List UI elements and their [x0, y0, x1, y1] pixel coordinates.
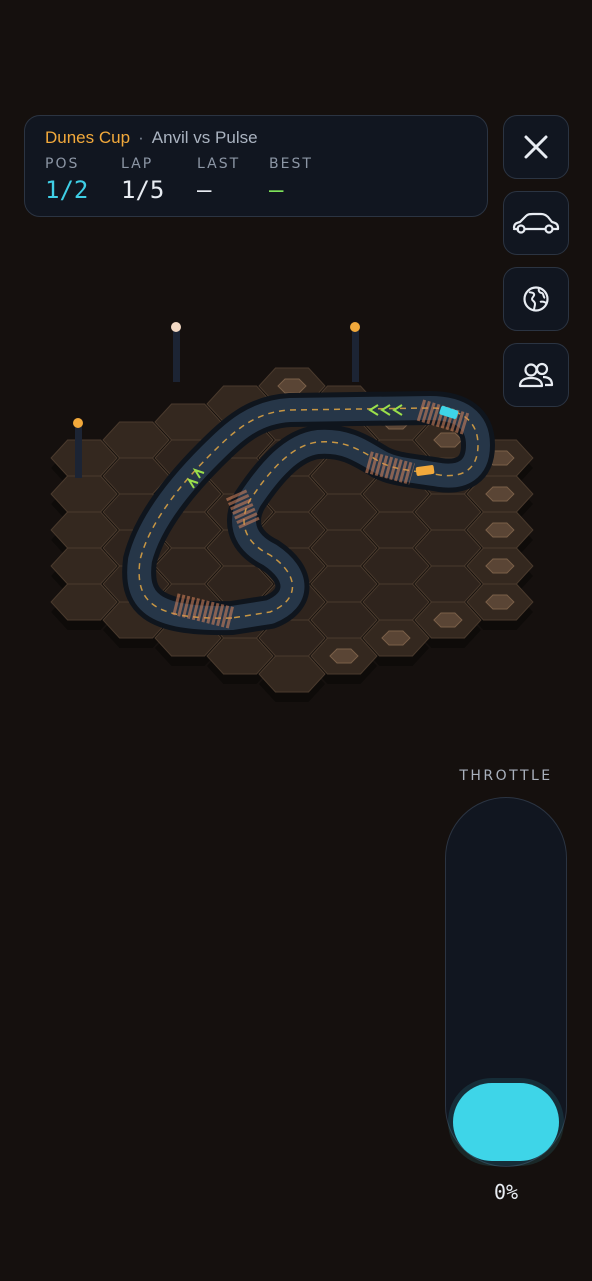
stat-lap: LAP 1/5	[121, 156, 164, 204]
stat-best: BEST —	[269, 156, 313, 204]
car-select-button[interactable]	[503, 191, 569, 255]
stat-best-value: —	[269, 176, 284, 204]
stat-last: LAST —	[197, 156, 240, 204]
race-title: Dunes Cup · Anvil vs Pulse	[45, 128, 258, 148]
stat-last-value: —	[197, 176, 212, 204]
rock-decoration	[329, 648, 359, 664]
stat-best-label: BEST	[269, 156, 313, 172]
throttle-knob[interactable]	[453, 1083, 559, 1161]
stat-position: POS 1/2	[45, 156, 88, 204]
rock-decoration	[485, 558, 515, 574]
stat-lap-label: LAP	[121, 156, 154, 172]
rock-decoration	[485, 594, 515, 610]
rock-decoration	[433, 432, 463, 448]
throttle-slider[interactable]	[445, 797, 567, 1167]
stat-lap-value: 1/5	[121, 176, 165, 204]
stat-position-label: POS	[45, 156, 80, 172]
title-separator: ·	[138, 128, 144, 147]
close-button[interactable]	[503, 115, 569, 179]
stat-last-label: LAST	[197, 156, 241, 172]
rock-decoration	[433, 612, 463, 628]
rock-decoration	[485, 486, 515, 502]
matchup-name: Anvil vs Pulse	[151, 128, 258, 147]
throttle-value: 0%	[493, 1180, 519, 1204]
throttle-label: THROTTLE	[459, 768, 553, 784]
race-board	[50, 322, 534, 702]
race-info-panel: Dunes Cup · Anvil vs Pulse POS 1/2 LAP 1/5…	[24, 115, 488, 217]
car-icon	[512, 212, 560, 234]
rock-decoration	[277, 378, 307, 394]
rock-decoration	[381, 630, 411, 646]
rock-decoration	[485, 522, 515, 538]
stat-position-value: 1/2	[45, 176, 89, 204]
close-icon	[524, 135, 548, 159]
cup-name: Dunes Cup	[45, 128, 131, 147]
